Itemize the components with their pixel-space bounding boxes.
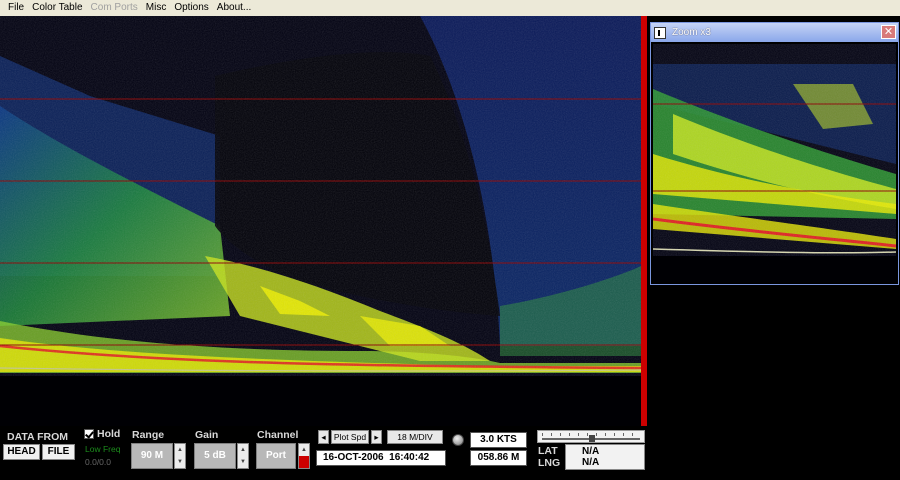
range-value: 90 M xyxy=(131,443,173,469)
gain-stepper[interactable]: ▲ ▼ xyxy=(237,443,249,469)
channel-value: Port xyxy=(256,443,296,469)
channel-label: Channel xyxy=(257,429,299,441)
date-readout: 16-OCT-2006 xyxy=(323,452,384,463)
menu-file[interactable]: File xyxy=(4,0,28,16)
control-panel: DATA FROM HEAD FILE Hold Low Freq 0.0/0.… xyxy=(0,426,900,480)
speed-knob-icon[interactable] xyxy=(452,434,464,446)
menu-com-ports: Com Ports xyxy=(90,2,138,13)
speed-readout: 3.0 KTS xyxy=(470,432,527,448)
distance-readout: 058.86 M xyxy=(470,450,527,466)
plot-speed-right-icon[interactable]: ▸ xyxy=(371,430,382,444)
menu-bar: File Color Table Com Ports Misc Options … xyxy=(0,0,900,16)
zoom-title-bar[interactable]: Zoom x3 ✕ xyxy=(651,23,898,42)
zoom-title: Zoom x3 xyxy=(672,27,711,38)
hold-checkbox[interactable] xyxy=(84,429,94,439)
scale-readout: 18 M/DIV xyxy=(387,430,443,444)
hold-label: Hold xyxy=(97,428,121,440)
counter-readout: 0.0/0.0 xyxy=(85,457,111,467)
menu-misc[interactable]: Misc xyxy=(142,0,171,16)
gain-label: Gain xyxy=(195,429,219,441)
range-label: Range xyxy=(132,429,165,441)
sonar-display[interactable] xyxy=(0,16,641,426)
lng-label: LNG xyxy=(538,457,561,469)
low-freq-label: Low Freq xyxy=(85,444,121,454)
date-time-readout: 16-OCT-2006 16:40:42 xyxy=(316,450,446,466)
channel-stepper[interactable]: ▲ xyxy=(298,443,310,469)
range-up-icon[interactable]: ▲ xyxy=(175,444,185,456)
lng-value: N/A xyxy=(582,457,600,468)
channel-down-icon[interactable] xyxy=(299,456,309,468)
sonar-image xyxy=(0,16,641,426)
zoom-window[interactable]: Zoom x3 ✕ xyxy=(650,22,899,285)
plot-slider[interactable] xyxy=(537,430,645,443)
window-icon xyxy=(654,26,666,39)
channel-up-icon[interactable]: ▲ xyxy=(299,444,309,456)
menu-about[interactable]: About... xyxy=(213,0,255,16)
menu-options[interactable]: Options xyxy=(170,0,212,16)
lat-label: LAT xyxy=(538,445,558,457)
close-icon[interactable]: ✕ xyxy=(881,25,896,39)
menu-color-table[interactable]: Color Table xyxy=(28,0,86,16)
range-stepper[interactable]: ▲ ▼ xyxy=(174,443,186,469)
gain-up-icon[interactable]: ▲ xyxy=(238,444,248,456)
slider-thumb[interactable] xyxy=(589,435,595,442)
file-button[interactable]: FILE xyxy=(42,444,75,460)
range-down-icon[interactable]: ▼ xyxy=(175,456,185,468)
gps-readout: N/A N/A xyxy=(565,444,645,470)
plot-speed-left-icon[interactable]: ◂ xyxy=(318,430,329,444)
gain-value: 5 dB xyxy=(194,443,236,469)
head-button[interactable]: HEAD xyxy=(3,444,40,460)
data-from-label: DATA FROM xyxy=(7,431,69,443)
gain-down-icon[interactable]: ▼ xyxy=(238,456,248,468)
zoom-image xyxy=(653,44,896,282)
lat-value: N/A xyxy=(582,446,600,457)
plot-speed-label: Plot Spd xyxy=(331,430,369,444)
zoom-view xyxy=(653,44,896,282)
time-readout: 16:40:42 xyxy=(389,452,430,463)
